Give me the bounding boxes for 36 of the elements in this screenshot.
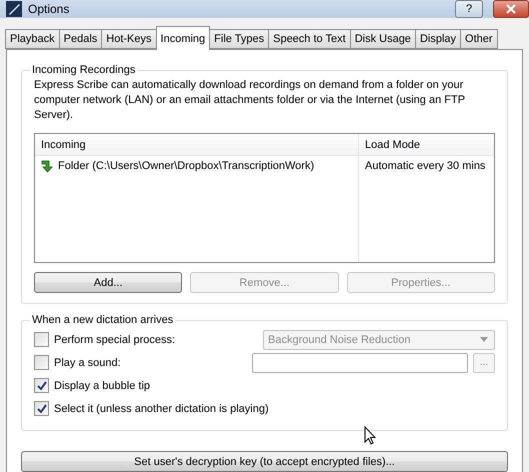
group-title: Incoming Recordings: [31, 64, 136, 76]
tab[interactable]: Playback: [5, 29, 60, 49]
tab[interactable]: Pedals: [58, 29, 102, 49]
checkbox[interactable]: [34, 355, 49, 370]
tab[interactable]: Other: [460, 29, 498, 49]
load-mode-cell: Automatic every 30 mins: [358, 156, 494, 176]
window-title: Options: [28, 2, 70, 16]
tab[interactable]: Hot-Keys: [101, 29, 157, 49]
close-icon: [506, 4, 516, 14]
app-icon: [6, 1, 22, 17]
check-mark-icon: [36, 404, 46, 414]
mouse-cursor-icon: [364, 426, 376, 445]
group-title: When a new dictation arrives: [31, 314, 174, 326]
tab[interactable]: Incoming: [156, 26, 210, 50]
tab[interactable]: Speech to Text: [268, 29, 351, 49]
tab[interactable]: Display: [414, 29, 462, 49]
checkbox[interactable]: [34, 378, 49, 393]
option-label: Display a bubble tip: [54, 380, 152, 392]
dropdown-arrow-icon: [480, 337, 488, 342]
option-label: Play a sound:: [54, 356, 122, 368]
arrow-icon: [41, 160, 55, 172]
help-button[interactable]: ?: [455, 0, 483, 18]
option-label: Select it (unless another dictation is playing): [54, 402, 270, 414]
description: Express Scribe can automatically download recordings on demand from a folder on your computer network (LAN) or an email attachments folder or via the Internet (using an FTP Server).: [34, 78, 466, 123]
column-header[interactable]: Load Mode: [358, 134, 494, 156]
checkbox[interactable]: [34, 401, 49, 416]
decryption-key-button[interactable]: Set user's decryption key (to accept encrypted files)...: [21, 451, 508, 472]
source-text: Folder (C:\Users\Owner\Dropbox\TranscriptionWork): [58, 160, 314, 172]
check-mark-icon: [36, 380, 46, 390]
tab[interactable]: Disk Usage: [350, 29, 416, 49]
close-button[interactable]: [493, 0, 529, 18]
list-action-button[interactable]: Add...: [34, 272, 182, 293]
tab[interactable]: File Types: [209, 29, 270, 49]
option-label: Perform special process:: [54, 334, 176, 346]
list-item[interactable]: Folder (C:\Users\Owner\Dropbox\TranscriptionWork): [35, 156, 358, 176]
sound-file-field[interactable]: [252, 352, 468, 372]
